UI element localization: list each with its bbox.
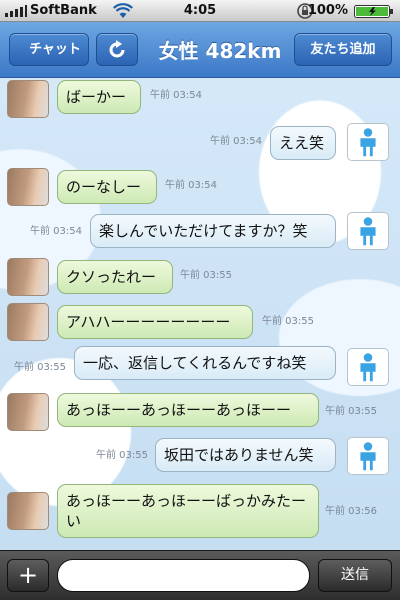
chat-title: 女性 482km <box>158 39 282 63</box>
message-bubble: のーなしー <box>57 170 157 204</box>
user-icon[interactable] <box>347 437 389 475</box>
add-attachment-button[interactable]: + <box>7 559 49 592</box>
message-time: 午前 03:55 <box>325 406 377 417</box>
add-friend-button[interactable]: 友たち追加 <box>294 33 392 66</box>
avatar[interactable] <box>7 492 49 530</box>
message-time: 午前 03:55 <box>262 316 314 327</box>
message-time: 午前 03:54 <box>150 90 202 101</box>
user-icon[interactable] <box>347 348 389 386</box>
avatar[interactable] <box>7 393 49 431</box>
message-time: 午前 03:54 <box>210 136 262 147</box>
back-button[interactable]: チャット <box>9 33 89 66</box>
send-button[interactable]: 送信 <box>318 559 392 592</box>
battery-percent: 100% <box>307 3 348 18</box>
user-silhouette-icon <box>360 442 376 471</box>
user-silhouette-icon <box>360 353 376 382</box>
user-icon[interactable] <box>347 212 389 250</box>
avatar[interactable] <box>7 168 49 206</box>
message-time: 午前 03:55 <box>96 450 148 461</box>
message-bubble: 坂田ではありません笑 <box>155 438 336 472</box>
avatar[interactable] <box>7 258 49 296</box>
battery-icon <box>354 5 393 18</box>
message-time: 午前 03:54 <box>165 180 217 191</box>
refresh-icon <box>109 40 125 58</box>
message-input-bar: + 送信 <box>0 550 400 600</box>
navigation-bar: チャット 女性 482km 友たち追加 <box>0 22 400 78</box>
message-bubble: クソったれー <box>57 260 173 294</box>
chat-area[interactable]: ばーかー 午前 03:54 午前 03:54 ええ笑 のーなしー 午前 03:5… <box>0 78 400 550</box>
message-bubble: 一応、返信してくれるんですね笑 <box>74 346 336 380</box>
user-silhouette-icon <box>360 217 376 246</box>
message-bubble: あっほーーあっほーーあっほーー <box>57 393 319 427</box>
message-time: 午前 03:55 <box>14 362 66 373</box>
avatar[interactable] <box>7 80 49 118</box>
message-time: 午前 03:56 <box>325 506 377 517</box>
user-silhouette-icon <box>360 128 376 157</box>
message-bubble: ばーかー <box>57 80 141 114</box>
message-bubble: あっほーーあっほーーばっかみたーい <box>57 484 319 538</box>
message-bubble: 楽しんでいただけてますか？笑 <box>90 214 336 248</box>
message-time: 午前 03:55 <box>180 270 232 281</box>
refresh-button[interactable] <box>96 33 138 66</box>
status-bar: SoftBank 4:05 100% <box>0 0 400 22</box>
message-time: 午前 03:54 <box>30 226 82 237</box>
message-input[interactable] <box>57 559 310 592</box>
user-icon[interactable] <box>347 123 389 161</box>
avatar[interactable] <box>7 303 49 341</box>
message-bubble: ええ笑 <box>270 126 336 160</box>
message-bubble: アハハーーーーーーーー <box>57 305 253 339</box>
